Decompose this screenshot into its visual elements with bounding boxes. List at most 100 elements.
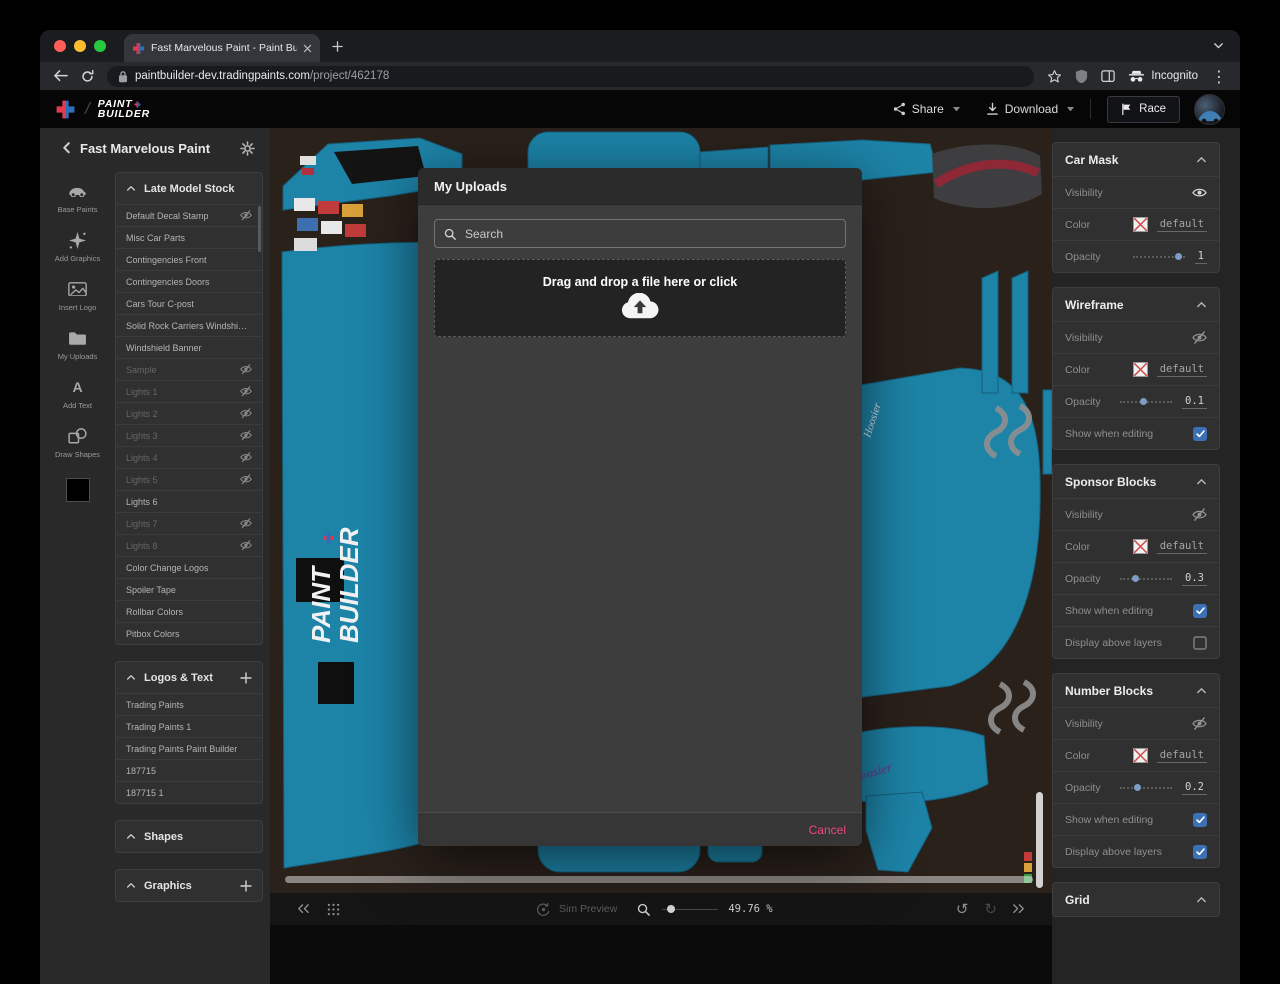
tab-close-icon[interactable] (303, 44, 312, 53)
sim-preview-label[interactable]: Sim Preview (559, 903, 617, 915)
redo-icon[interactable]: ↻ (984, 900, 997, 918)
layer-row[interactable]: Spoiler Tape (116, 578, 262, 600)
layer-row[interactable]: Cars Tour C-post (116, 292, 262, 314)
slider-handle[interactable] (1175, 253, 1183, 260)
layer-row[interactable]: Lights 8 (116, 534, 262, 556)
new-tab-button[interactable] (324, 33, 350, 59)
panel-header[interactable]: Car Mask (1053, 143, 1219, 176)
layer-row[interactable]: Rollbar Colors (116, 600, 262, 622)
file-dropzone[interactable]: Drag and drop a file here or click (434, 259, 846, 337)
opacity-slider[interactable] (1120, 575, 1173, 583)
zoom-slider-handle[interactable] (666, 905, 675, 913)
layer-row[interactable]: Trading Paints 1 (116, 715, 262, 737)
layer-row[interactable]: Lights 1 (116, 380, 262, 402)
add-layer-button[interactable] (240, 879, 252, 892)
race-button[interactable]: Race (1107, 95, 1180, 123)
back-chevron-icon[interactable] (62, 141, 71, 155)
eye-icon[interactable] (1192, 187, 1207, 198)
undo-icon[interactable]: ↺ (956, 900, 969, 918)
grid-toggle-icon[interactable] (327, 903, 340, 916)
slider-handle[interactable] (1140, 398, 1148, 405)
section-header[interactable]: Graphics (116, 870, 262, 901)
collapse-right-icon[interactable] (1012, 903, 1026, 914)
tool-insert-logo[interactable]: Insert Logo (40, 280, 115, 312)
color-value[interactable]: default (1156, 749, 1207, 763)
layer-row[interactable]: Lights 5 (116, 468, 262, 490)
layer-row[interactable]: Lights 6 (116, 490, 262, 512)
panel-header[interactable]: Wireframe (1053, 288, 1219, 321)
layer-row[interactable]: Lights 3 (116, 424, 262, 446)
opacity-value[interactable]: 1 (1194, 250, 1207, 264)
eye-off-icon[interactable] (240, 518, 252, 529)
layer-row[interactable]: Sample (116, 358, 262, 380)
layer-row[interactable]: 187715 (116, 759, 262, 781)
zoom-slider[interactable] (662, 904, 719, 914)
color-value[interactable]: default (1156, 540, 1207, 554)
tool-draw-shapes[interactable]: Draw Shapes (40, 427, 115, 459)
bookmark-star-icon[interactable] (1047, 69, 1062, 84)
sim-preview-icon[interactable] (536, 902, 551, 917)
layer-row[interactable]: Contingencies Doors (116, 270, 262, 292)
slider-handle[interactable] (1131, 575, 1139, 582)
user-avatar[interactable] (1194, 93, 1225, 125)
tab-list-chevron-icon[interactable] (1197, 42, 1240, 49)
reload-button[interactable] (81, 69, 94, 83)
checkbox[interactable] (1193, 635, 1207, 650)
layer-row[interactable]: Windshield Banner (116, 336, 262, 358)
back-button[interactable] (53, 70, 68, 82)
layer-row[interactable]: Lights 4 (116, 446, 262, 468)
layer-row[interactable]: Pitbox Colors (116, 622, 262, 644)
tool-base-paints[interactable]: Base Paints (40, 182, 115, 214)
browser-menu-icon[interactable]: ⋮ (1211, 67, 1227, 86)
vertical-scrollbar[interactable] (1036, 792, 1043, 888)
panel-header[interactable]: Grid (1053, 883, 1219, 916)
layer-row[interactable]: 187715 1 (116, 781, 262, 803)
color-value[interactable]: default (1156, 218, 1207, 232)
color-swatch[interactable] (1132, 217, 1148, 232)
panel-header[interactable]: Sponsor Blocks (1053, 465, 1219, 498)
section-header[interactable]: Shapes (116, 821, 262, 852)
layer-row[interactable]: Lights 7 (116, 512, 262, 534)
color-value[interactable]: default (1156, 363, 1207, 377)
eye-off-icon[interactable] (1192, 508, 1207, 521)
layer-row[interactable]: Contingencies Front (116, 248, 262, 270)
checkbox[interactable] (1193, 812, 1207, 827)
section-header[interactable]: Late Model Stock (116, 173, 262, 204)
panel-header[interactable]: Number Blocks (1053, 674, 1219, 707)
slider-handle[interactable] (1134, 784, 1142, 791)
horizontal-scrollbar[interactable] (285, 876, 1033, 883)
trading-paints-logo-icon[interactable] (55, 99, 76, 120)
opacity-value[interactable]: 0.3 (1182, 572, 1207, 586)
checkbox[interactable] (1193, 603, 1207, 618)
zoom-window-button[interactable] (94, 40, 106, 52)
minimize-window-button[interactable] (74, 40, 86, 52)
browser-tab[interactable]: Fast Marvelous Paint - Paint Bu (124, 34, 320, 62)
split-view-icon[interactable] (1101, 70, 1116, 82)
eye-off-icon[interactable] (240, 364, 252, 375)
tool-add-text[interactable]: A Add Text (40, 378, 115, 410)
opacity-value[interactable]: 0.2 (1182, 781, 1207, 795)
layer-row[interactable]: Solid Rock Carriers Windshiel... (116, 314, 262, 336)
address-bar[interactable]: paintbuilder-dev.tradingpaints.com/proje… (107, 65, 1035, 87)
collapse-left-icon[interactable] (296, 903, 310, 914)
section-header[interactable]: Logos & Text (116, 662, 262, 693)
layer-row[interactable]: Trading Paints (116, 693, 262, 715)
checkbox[interactable] (1193, 844, 1207, 859)
search-input[interactable] (463, 225, 836, 242)
color-swatch[interactable] (1132, 748, 1148, 763)
eye-off-icon[interactable] (1192, 717, 1207, 730)
tool-my-uploads[interactable]: My Uploads (40, 329, 115, 361)
opacity-slider[interactable] (1120, 398, 1173, 406)
color-swatch[interactable] (1132, 362, 1148, 377)
color-swatch[interactable] (1132, 539, 1148, 554)
eye-off-icon[interactable] (1192, 331, 1207, 344)
eye-off-icon[interactable] (240, 386, 252, 397)
share-button[interactable]: Share (893, 102, 960, 116)
uploads-search[interactable] (434, 219, 846, 248)
opacity-value[interactable]: 0.1 (1182, 395, 1207, 409)
zoom-value[interactable]: 49.76 % (728, 903, 772, 915)
checkbox[interactable] (1193, 426, 1207, 441)
close-window-button[interactable] (54, 40, 66, 52)
layer-row[interactable]: Misc Car Parts (116, 226, 262, 248)
tool-add-graphics[interactable]: Add Graphics (40, 231, 115, 263)
